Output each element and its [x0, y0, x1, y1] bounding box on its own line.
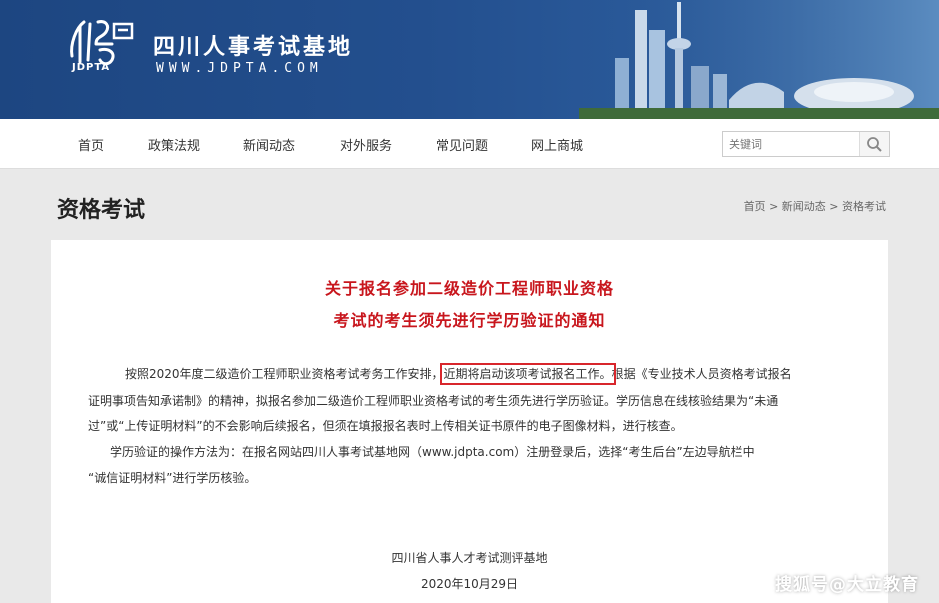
highlighted-text: 近期将启动该项考试报名工作。 — [439, 363, 616, 385]
nav-item-news[interactable]: 新闻动态 — [243, 135, 295, 154]
article-title-line2: 考试的考生须先进行学历验证的通知 — [333, 311, 606, 330]
paragraph-line: “诚信证明材料”进行学历核验。 — [88, 471, 257, 485]
breadcrumb-news[interactable]: 新闻动态 — [782, 200, 826, 213]
site-name[interactable]: 四川人事考试基地 — [153, 29, 353, 61]
breadcrumb-current[interactable]: 资格考试 — [842, 200, 886, 213]
paragraph-line: 学历验证的操作方法为：在报名网站四川人事考试基地网（www.jdpta.com）… — [110, 445, 755, 459]
article-title-line1: 关于报名参加二级造价工程师职业资格 — [324, 279, 614, 298]
paragraph-text: 根据《专业技术人员资格考试报名 — [611, 367, 792, 381]
search-box — [722, 131, 890, 157]
breadcrumb-separator: > — [829, 200, 839, 213]
nav-item-services[interactable]: 对外服务 — [340, 135, 392, 154]
site-url: WWW.JDPTA.COM — [156, 61, 323, 76]
search-button[interactable] — [859, 132, 889, 156]
logo-text: JDPTA — [72, 62, 111, 73]
nav-item-faq[interactable]: 常见问题 — [436, 135, 488, 154]
search-input[interactable] — [723, 132, 861, 156]
breadcrumb-home[interactable]: 首页 — [744, 200, 766, 213]
paragraph-line: 过”或“上传证明材料”的不会影响后续报名，但须在填报报名表时上传相关证书原件的电… — [88, 419, 683, 433]
nav-item-policy[interactable]: 政策法规 — [148, 135, 200, 154]
watermark: 搜狐号@大立教育 — [775, 575, 919, 595]
header-banner: JDPTA 四川人事考试基地 WWW.JDPTA.COM — [0, 0, 939, 119]
nav-item-home[interactable]: 首页 — [78, 135, 104, 154]
city-skyline-image — [579, 0, 939, 119]
breadcrumb: 首页 > 新闻动态 > 资格考试 — [744, 198, 886, 214]
search-icon — [867, 137, 882, 152]
page-title: 资格考试 — [57, 198, 146, 223]
paragraph-text: 按照2020年度二级造价工程师职业资格考试考务工作安排， — [125, 367, 444, 381]
paragraph-line: 证明事项告知承诺制》的精神，拟报名参加二级造价工程师职业资格考试的考生须先进行学… — [88, 394, 779, 408]
breadcrumb-separator: > — [769, 200, 779, 213]
paragraph-line: 按照2020年度二级造价工程师职业资格考试考务工作安排，近期将启动该项考试报名工… — [125, 362, 792, 386]
nav-item-shop[interactable]: 网上商城 — [531, 135, 583, 154]
signature: 四川省人事人才考试测评基地 — [391, 551, 548, 565]
